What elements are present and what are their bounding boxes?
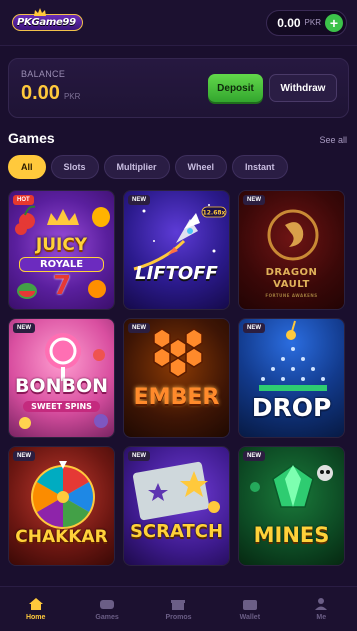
balance-card: BALANCE 0.00 PKR Deposit Withdraw <box>8 58 349 118</box>
game-title: BONBON <box>14 375 109 397</box>
hot-badge: HOT <box>13 195 34 205</box>
new-badge: NEW <box>128 451 150 461</box>
tab-multiplier[interactable]: Multiplier <box>103 155 170 179</box>
new-badge: NEW <box>243 451 265 461</box>
game-tile-bonbon[interactable]: NEW BONBON SWEET SPINS <box>8 318 115 438</box>
tab-instant[interactable]: Instant <box>232 155 288 179</box>
game-tile-drop[interactable]: NEW DROP <box>238 318 345 438</box>
new-badge: NEW <box>128 195 150 205</box>
wallet-icon <box>242 600 257 610</box>
crown-icon <box>34 7 46 16</box>
balance-amount: 0.00 <box>21 82 60 104</box>
games-section-title: Games <box>8 130 55 146</box>
multiplier-readout: 12.68x <box>203 210 226 217</box>
hexagon-grid-icon <box>153 328 203 378</box>
new-badge: NEW <box>13 323 35 333</box>
nav-label: Wallet <box>239 614 261 621</box>
new-badge: NEW <box>128 323 150 333</box>
game-title: MINES <box>253 523 330 547</box>
home-icon <box>28 598 43 610</box>
withdraw-button[interactable]: Withdraw <box>269 74 337 102</box>
game-grid: HOT JUICY ROYALE 7 12.68x NEW LIFTOFF NE… <box>8 190 349 566</box>
deposit-button[interactable]: Deposit <box>208 74 263 102</box>
logo-text: PKGame99 <box>12 14 83 31</box>
game-subtitle: SWEET SPINS <box>23 401 100 412</box>
see-all-link[interactable]: See all <box>319 135 347 145</box>
game-tile-chakkar[interactable]: NEW CHAKKAR <box>8 446 115 566</box>
new-badge: NEW <box>243 195 265 205</box>
tab-all[interactable]: All <box>8 155 46 179</box>
games-icon <box>100 600 115 609</box>
new-badge: NEW <box>243 323 265 333</box>
balance-currency: PKR <box>63 92 81 101</box>
wallet-amount: 0.00 <box>277 15 301 30</box>
game-tile-dragon-vault[interactable]: NEW DRAGON VAULT FORTUNE AWAKENS <box>238 190 345 310</box>
wallet-balance-pill[interactable]: 0.00 PKR + <box>266 9 347 36</box>
game-title: CHAKKAR <box>15 527 108 547</box>
nav-label: Promos <box>165 614 192 621</box>
game-title: DROP <box>251 393 332 422</box>
game-tile-ember[interactable]: NEW EMBER <box>123 318 230 438</box>
add-funds-button[interactable]: + <box>325 13 343 32</box>
lucky-seven: 7 <box>53 271 72 301</box>
game-title-line2: VAULT <box>273 279 310 290</box>
nav-home[interactable]: Home <box>6 597 66 621</box>
new-badge: NEW <box>13 451 35 461</box>
nav-wallet[interactable]: Wallet <box>220 597 280 621</box>
gem-skull-icon <box>250 464 333 508</box>
user-icon <box>315 598 328 610</box>
game-title: DRAGON <box>265 267 318 278</box>
nav-label: Home <box>25 614 46 621</box>
wallet-currency: PKR <box>304 18 321 27</box>
game-category-tabs: All Slots Multiplier Wheel Instant <box>8 155 288 179</box>
nav-label: Games <box>95 614 119 621</box>
nav-games[interactable]: Games <box>77 597 137 621</box>
prize-wheel-icon <box>31 461 95 529</box>
game-tile-liftoff[interactable]: 12.68x NEW LIFTOFF <box>123 190 230 310</box>
game-title: LIFTOFF <box>135 263 218 284</box>
bottom-navigation: Home Games Promos Wallet Me <box>0 586 357 631</box>
tab-wheel[interactable]: Wheel <box>174 155 228 179</box>
game-tagline: FORTUNE AWAKENS <box>265 293 318 298</box>
nav-me[interactable]: Me <box>291 597 351 621</box>
game-subtitle: ROYALE <box>19 257 104 272</box>
top-bar: PKGame99 0.00 PKR + <box>0 0 357 46</box>
scratch-card-icon <box>132 461 220 521</box>
game-title: EMBER <box>133 385 220 410</box>
rocket-icon: 12.68x <box>133 204 227 271</box>
game-tile-scratch[interactable]: NEW SCRATCH <box>123 446 230 566</box>
nav-promos[interactable]: Promos <box>148 597 208 621</box>
game-tile-juicy-royale[interactable]: HOT JUICY ROYALE 7 <box>8 190 115 310</box>
game-tile-mines[interactable]: NEW MINES <box>238 446 345 566</box>
game-title: JUICY <box>35 235 88 255</box>
gift-icon <box>171 600 186 610</box>
game-title: SCRATCH <box>129 521 224 542</box>
pkgame99-logo[interactable]: PKGame99 <box>12 7 88 36</box>
nav-label: Me <box>316 614 327 621</box>
tab-slots[interactable]: Slots <box>50 155 99 179</box>
